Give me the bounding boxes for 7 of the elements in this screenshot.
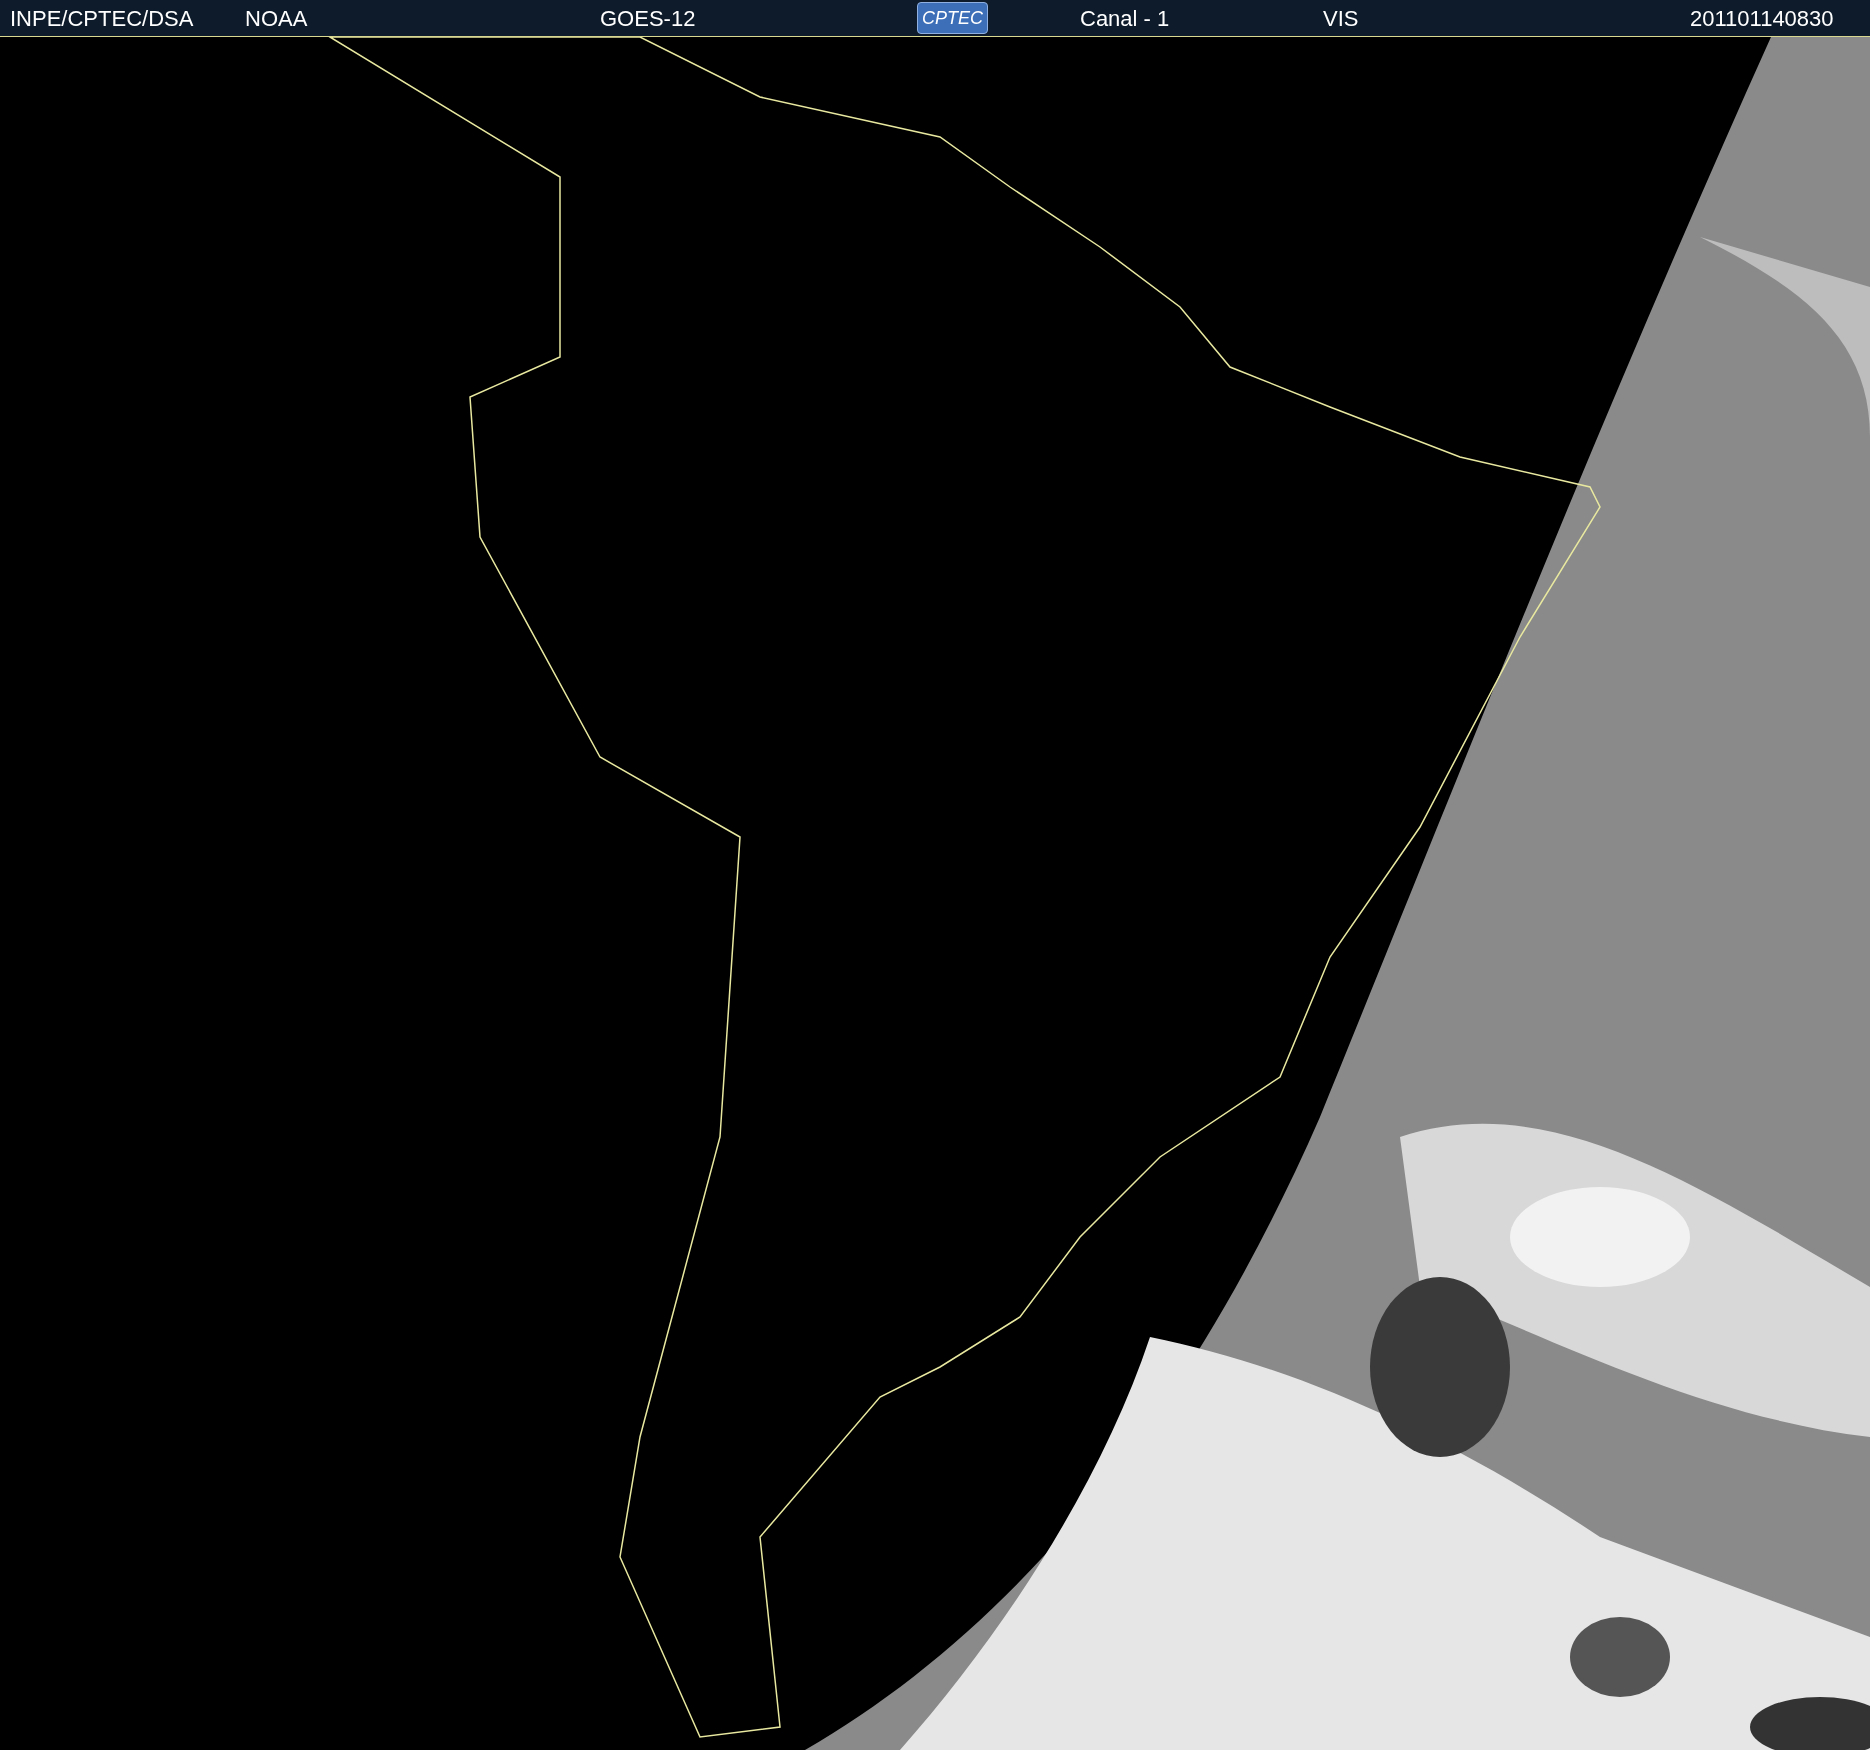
header-label: NOAA bbox=[245, 4, 308, 33]
header-label: INPE/CPTEC/DSA bbox=[10, 4, 194, 33]
header-label: Canal - 1 bbox=[1080, 4, 1170, 33]
header-label: GOES-12 bbox=[600, 4, 696, 33]
header-label: VIS bbox=[1323, 4, 1359, 33]
header-label: 201101140830 bbox=[1690, 4, 1834, 33]
cptec-logo: CPTEC bbox=[917, 2, 988, 34]
